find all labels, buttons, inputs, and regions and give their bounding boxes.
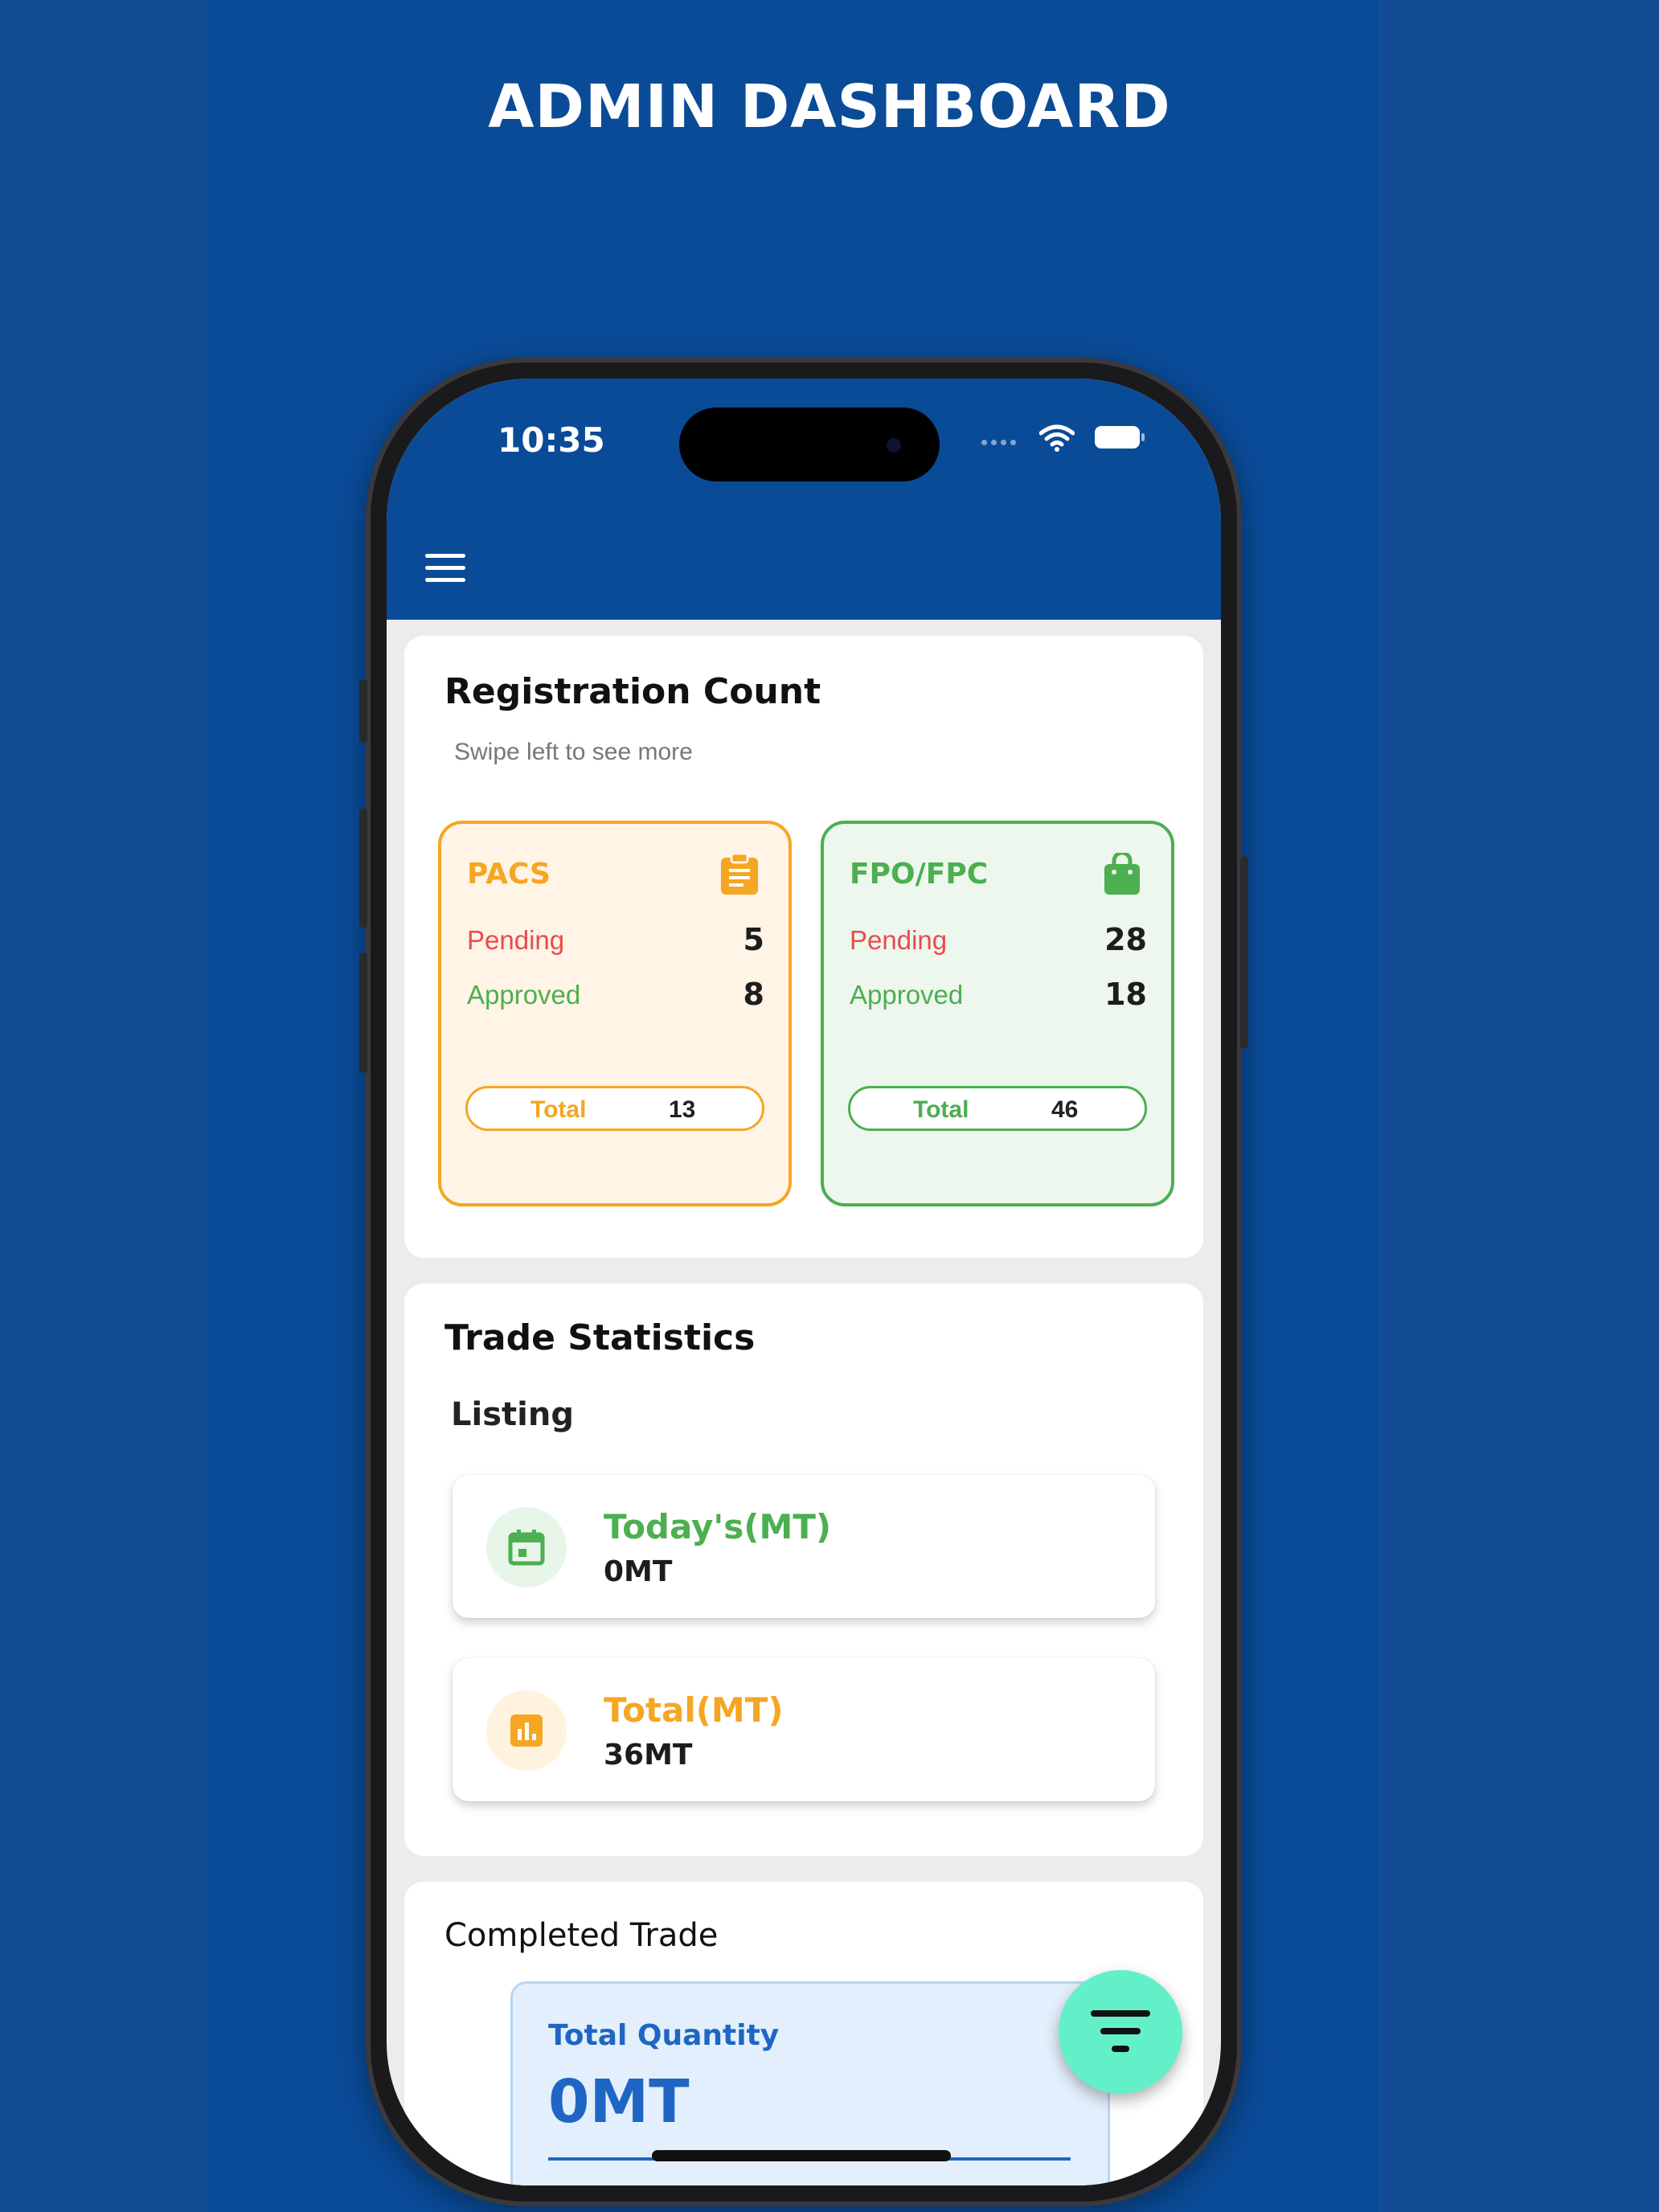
pacs-approved-label: Approved (467, 980, 581, 1010)
today-stat-title: Today's(MT) (604, 1507, 832, 1546)
filter-fab-button[interactable] (1059, 1970, 1182, 2094)
fpo-pending-value: 28 (1104, 922, 1147, 957)
dynamic-island (679, 408, 940, 481)
completed-trade-title: Completed Trade (444, 1917, 719, 1954)
pacs-total-pill: Total 13 (465, 1086, 764, 1131)
pacs-total-label: Total (530, 1096, 587, 1123)
fpo-total-label: Total (913, 1096, 969, 1123)
phone-action-button (359, 679, 367, 743)
registration-count-card: Registration Count Swipe left to see mor… (404, 636, 1203, 1258)
pacs-pending-value: 5 (743, 922, 764, 957)
listing-label: Listing (451, 1396, 574, 1433)
fpo-pending-label: Pending (850, 925, 948, 955)
bar-chart-icon (510, 1714, 543, 1747)
trade-statistics-card: Trade Statistics Listing Today's(MT) 0MT (404, 1284, 1203, 1856)
cellular-signal-icon (981, 440, 1016, 445)
phone-volume-up (359, 808, 367, 928)
calendar-icon (508, 1530, 545, 1566)
battery-icon (1095, 426, 1145, 449)
total-stat-value: 36MT (604, 1739, 693, 1772)
pacs-card[interactable]: PACS Pending 5 Approved 8 Total 13 (438, 821, 792, 1206)
wifi-icon (1039, 424, 1075, 452)
fpo-approved-label: Approved (850, 980, 964, 1010)
phone-power-button (1240, 856, 1248, 1049)
pacs-total-value: 13 (669, 1096, 696, 1123)
fpo-title: FPO/FPC (850, 858, 989, 891)
today-stat-item[interactable]: Today's(MT) 0MT (453, 1475, 1155, 1618)
hamburger-menu-icon[interactable] (425, 554, 465, 583)
today-icon-circle (486, 1507, 567, 1587)
total-stat-title: Total(MT) (604, 1690, 784, 1730)
today-stat-value: 0MT (604, 1555, 673, 1588)
home-indicator[interactable] (652, 2150, 951, 2161)
page-headline: ADMIN DASHBOARD (488, 72, 1171, 141)
status-time: 10:35 (498, 420, 605, 460)
fpo-approved-value: 18 (1104, 977, 1147, 1012)
fpo-card[interactable]: FPO/FPC Pending 28 Approved 18 Total 46 (821, 821, 1174, 1206)
total-stat-item[interactable]: Total(MT) 36MT (453, 1658, 1155, 1801)
app-bar: 10:35 (387, 379, 1221, 620)
total-quantity-label: Total Quantity (548, 2019, 780, 2052)
pacs-title: PACS (467, 858, 551, 891)
swipe-hint: Swipe left to see more (454, 739, 693, 765)
fpo-total-pill: Total 46 (848, 1086, 1147, 1131)
phone-frame: 10:35 Registration Count Swipe left to s… (359, 358, 1248, 2206)
pacs-pending-label: Pending (467, 925, 565, 955)
fpo-total-value: 46 (1051, 1096, 1079, 1123)
pacs-approved-value: 8 (743, 977, 764, 1012)
total-icon-circle (486, 1690, 567, 1771)
total-quantity-value: 0MT (548, 2067, 690, 2136)
clipboard-icon (721, 853, 758, 895)
phone-screen: 10:35 Registration Count Swipe left to s… (387, 379, 1221, 2185)
registration-title: Registration Count (444, 671, 821, 712)
shopping-bag-icon (1104, 853, 1140, 895)
trade-title: Trade Statistics (444, 1317, 756, 1358)
phone-volume-down (359, 952, 367, 1073)
